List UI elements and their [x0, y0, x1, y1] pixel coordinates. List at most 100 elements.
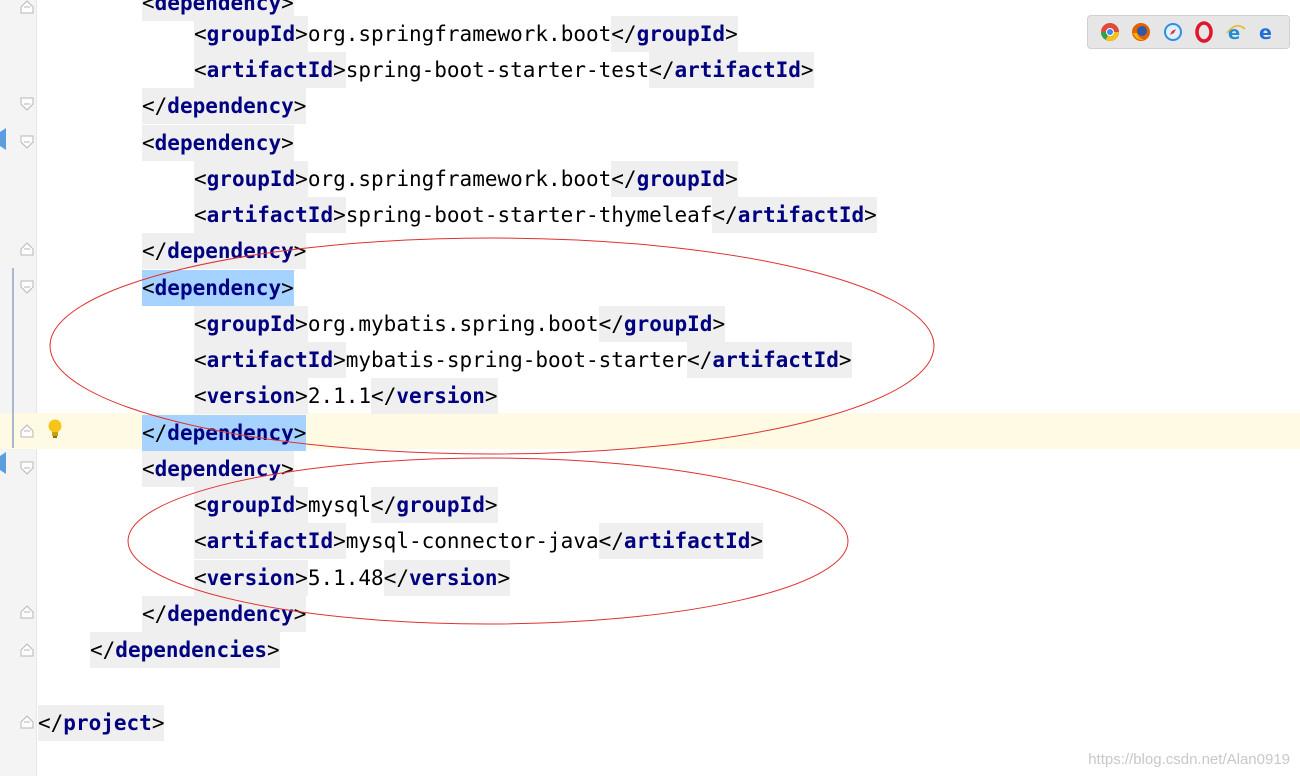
xml-close-tag[interactable]: </artifactId> — [649, 52, 814, 88]
xml-close-tag[interactable]: </artifactId> — [687, 342, 852, 378]
fold-marker-icon[interactable] — [20, 280, 34, 294]
code-line[interactable]: </dependency> — [142, 596, 307, 632]
code-line[interactable]: <version>5.1.48</version> — [194, 560, 511, 596]
xml-tag-name: artifactId — [206, 58, 334, 82]
xml-open-tag[interactable]: <groupId> — [194, 487, 308, 523]
opera-icon[interactable] — [1193, 21, 1215, 43]
fold-marker-icon[interactable] — [20, 97, 34, 111]
xml-tag-name: dependency — [154, 0, 282, 15]
xml-tag-name: version — [408, 566, 498, 590]
xml-text-value: mybatis-spring-boot-starter — [345, 348, 688, 372]
xml-close-tag[interactable]: </version> — [371, 378, 498, 414]
xml-tag-name: groupId — [206, 22, 296, 46]
xml-close-tag[interactable]: </artifactId> — [712, 197, 877, 233]
xml-close-tag[interactable]: </dependencies> — [90, 632, 280, 668]
xml-tag-name: dependency — [167, 421, 294, 445]
xml-tag-name: artifactId — [737, 203, 865, 227]
xml-close-tag[interactable]: </dependency> — [142, 233, 307, 269]
code-line[interactable]: </dependency> — [142, 415, 307, 451]
firefox-icon[interactable] — [1130, 21, 1152, 43]
xml-text-value: 2.1.1 — [307, 384, 372, 408]
code-line[interactable]: <artifactId>spring-boot-starter-thymelea… — [194, 197, 877, 233]
xml-tag-name: groupId — [636, 22, 726, 46]
ie-icon[interactable]: e — [1225, 21, 1247, 44]
xml-tag-name: dependencies — [115, 638, 268, 662]
fold-marker-icon[interactable] — [20, 424, 34, 438]
chrome-icon[interactable] — [1099, 21, 1121, 43]
xml-close-tag[interactable]: </groupId> — [611, 161, 738, 197]
fold-marker-icon[interactable] — [20, 135, 34, 149]
browser-open-bar: e e — [1087, 15, 1290, 49]
safari-icon[interactable] — [1162, 21, 1184, 43]
xml-text-value: org.mybatis.spring.boot — [307, 312, 599, 336]
fold-marker-icon[interactable] — [20, 605, 34, 619]
xml-tag-name: groupId — [396, 493, 485, 517]
xml-close-tag[interactable]: </groupId> — [598, 306, 726, 342]
code-line[interactable]: </dependencies> — [90, 632, 280, 668]
xml-text-value: mysql-connector-java — [345, 529, 599, 553]
xml-tag-name: version — [206, 566, 296, 590]
xml-close-tag[interactable]: </version> — [383, 560, 511, 596]
code-line[interactable]: <dependency> — [142, 451, 294, 487]
xml-open-tag[interactable]: <version> — [194, 378, 308, 414]
xml-close-tag[interactable]: </groupId> — [611, 16, 738, 52]
xml-close-tag[interactable]: </dependency> — [142, 88, 307, 124]
xml-tag-name: groupId — [636, 167, 726, 191]
fold-marker-icon[interactable] — [20, 715, 34, 729]
xml-tag-name: artifactId — [206, 348, 334, 372]
xml-open-tag[interactable]: <dependency> — [142, 451, 294, 487]
xml-open-tag[interactable]: <groupId> — [194, 161, 308, 197]
fold-marker-icon[interactable] — [20, 643, 34, 657]
xml-open-tag[interactable]: <artifactId> — [194, 523, 346, 559]
fold-marker-icon[interactable] — [20, 0, 34, 14]
fold-marker-icon[interactable] — [20, 242, 34, 256]
xml-tag-name: groupId — [623, 312, 713, 336]
xml-tag-name: artifactId — [712, 348, 839, 372]
vcs-change-icon[interactable] — [0, 452, 8, 474]
xml-text-value: 5.1.48 — [307, 566, 384, 590]
code-line[interactable]: <artifactId>mybatis-spring-boot-starter<… — [194, 342, 852, 378]
xml-tag-name: artifactId — [674, 58, 801, 82]
fold-marker-icon[interactable] — [20, 461, 34, 475]
xml-close-tag[interactable]: </dependency> — [142, 596, 307, 632]
xml-tag-name: dependency — [167, 602, 294, 626]
code-line[interactable]: <dependency> — [142, 270, 294, 306]
code-line[interactable]: </dependency> — [142, 233, 307, 269]
xml-tag-name: artifactId — [623, 529, 751, 553]
xml-tag-name: version — [206, 384, 296, 408]
code-line[interactable]: <version>2.1.1</version> — [194, 378, 498, 414]
code-line[interactable]: <artifactId>mysql-connector-java</artifa… — [194, 523, 764, 559]
xml-tag-name: dependency — [154, 457, 282, 481]
xml-open-tag[interactable]: <artifactId> — [194, 52, 346, 88]
change-marker — [12, 268, 14, 448]
xml-open-tag[interactable]: <dependency> — [142, 270, 294, 306]
xml-open-tag[interactable]: <artifactId> — [194, 342, 346, 378]
edge-icon[interactable]: e — [1256, 21, 1278, 44]
code-line[interactable]: </project> — [38, 705, 165, 741]
svg-text:e: e — [1259, 22, 1272, 43]
xml-text-value: spring-boot-starter-thymeleaf — [345, 203, 713, 227]
xml-open-tag[interactable]: <version> — [194, 560, 308, 596]
code-line[interactable]: <groupId>org.mybatis.spring.boot</groupI… — [194, 306, 726, 342]
xml-tag-name: groupId — [206, 167, 296, 191]
xml-close-tag[interactable]: </artifactId> — [598, 523, 764, 559]
xml-open-tag[interactable]: <artifactId> — [194, 197, 346, 233]
code-line[interactable]: </dependency> — [142, 88, 307, 124]
xml-close-tag[interactable]: </groupId> — [371, 487, 498, 523]
code-line[interactable]: <dependency> — [142, 125, 294, 161]
code-line[interactable]: <groupId>org.springframework.boot</group… — [194, 161, 738, 197]
xml-tag-name: dependency — [154, 131, 282, 155]
xml-open-tag[interactable]: <groupId> — [194, 16, 308, 52]
xml-open-tag[interactable]: <dependency> — [142, 125, 294, 161]
xml-open-tag[interactable]: <groupId> — [194, 306, 308, 342]
code-line[interactable]: <groupId>mysql</groupId> — [194, 487, 498, 523]
xml-close-tag[interactable]: </project> — [38, 705, 165, 741]
editor-gutter — [0, 0, 37, 776]
xml-close-tag[interactable]: </dependency> — [142, 415, 307, 451]
xml-tag-name: dependency — [154, 276, 282, 300]
lightbulb-icon[interactable] — [46, 418, 64, 444]
code-line[interactable]: <artifactId>spring-boot-starter-test</ar… — [194, 52, 814, 88]
vcs-change-icon[interactable] — [0, 128, 8, 150]
xml-tag-name: artifactId — [206, 203, 334, 227]
code-line[interactable]: <groupId>org.springframework.boot</group… — [194, 16, 738, 52]
